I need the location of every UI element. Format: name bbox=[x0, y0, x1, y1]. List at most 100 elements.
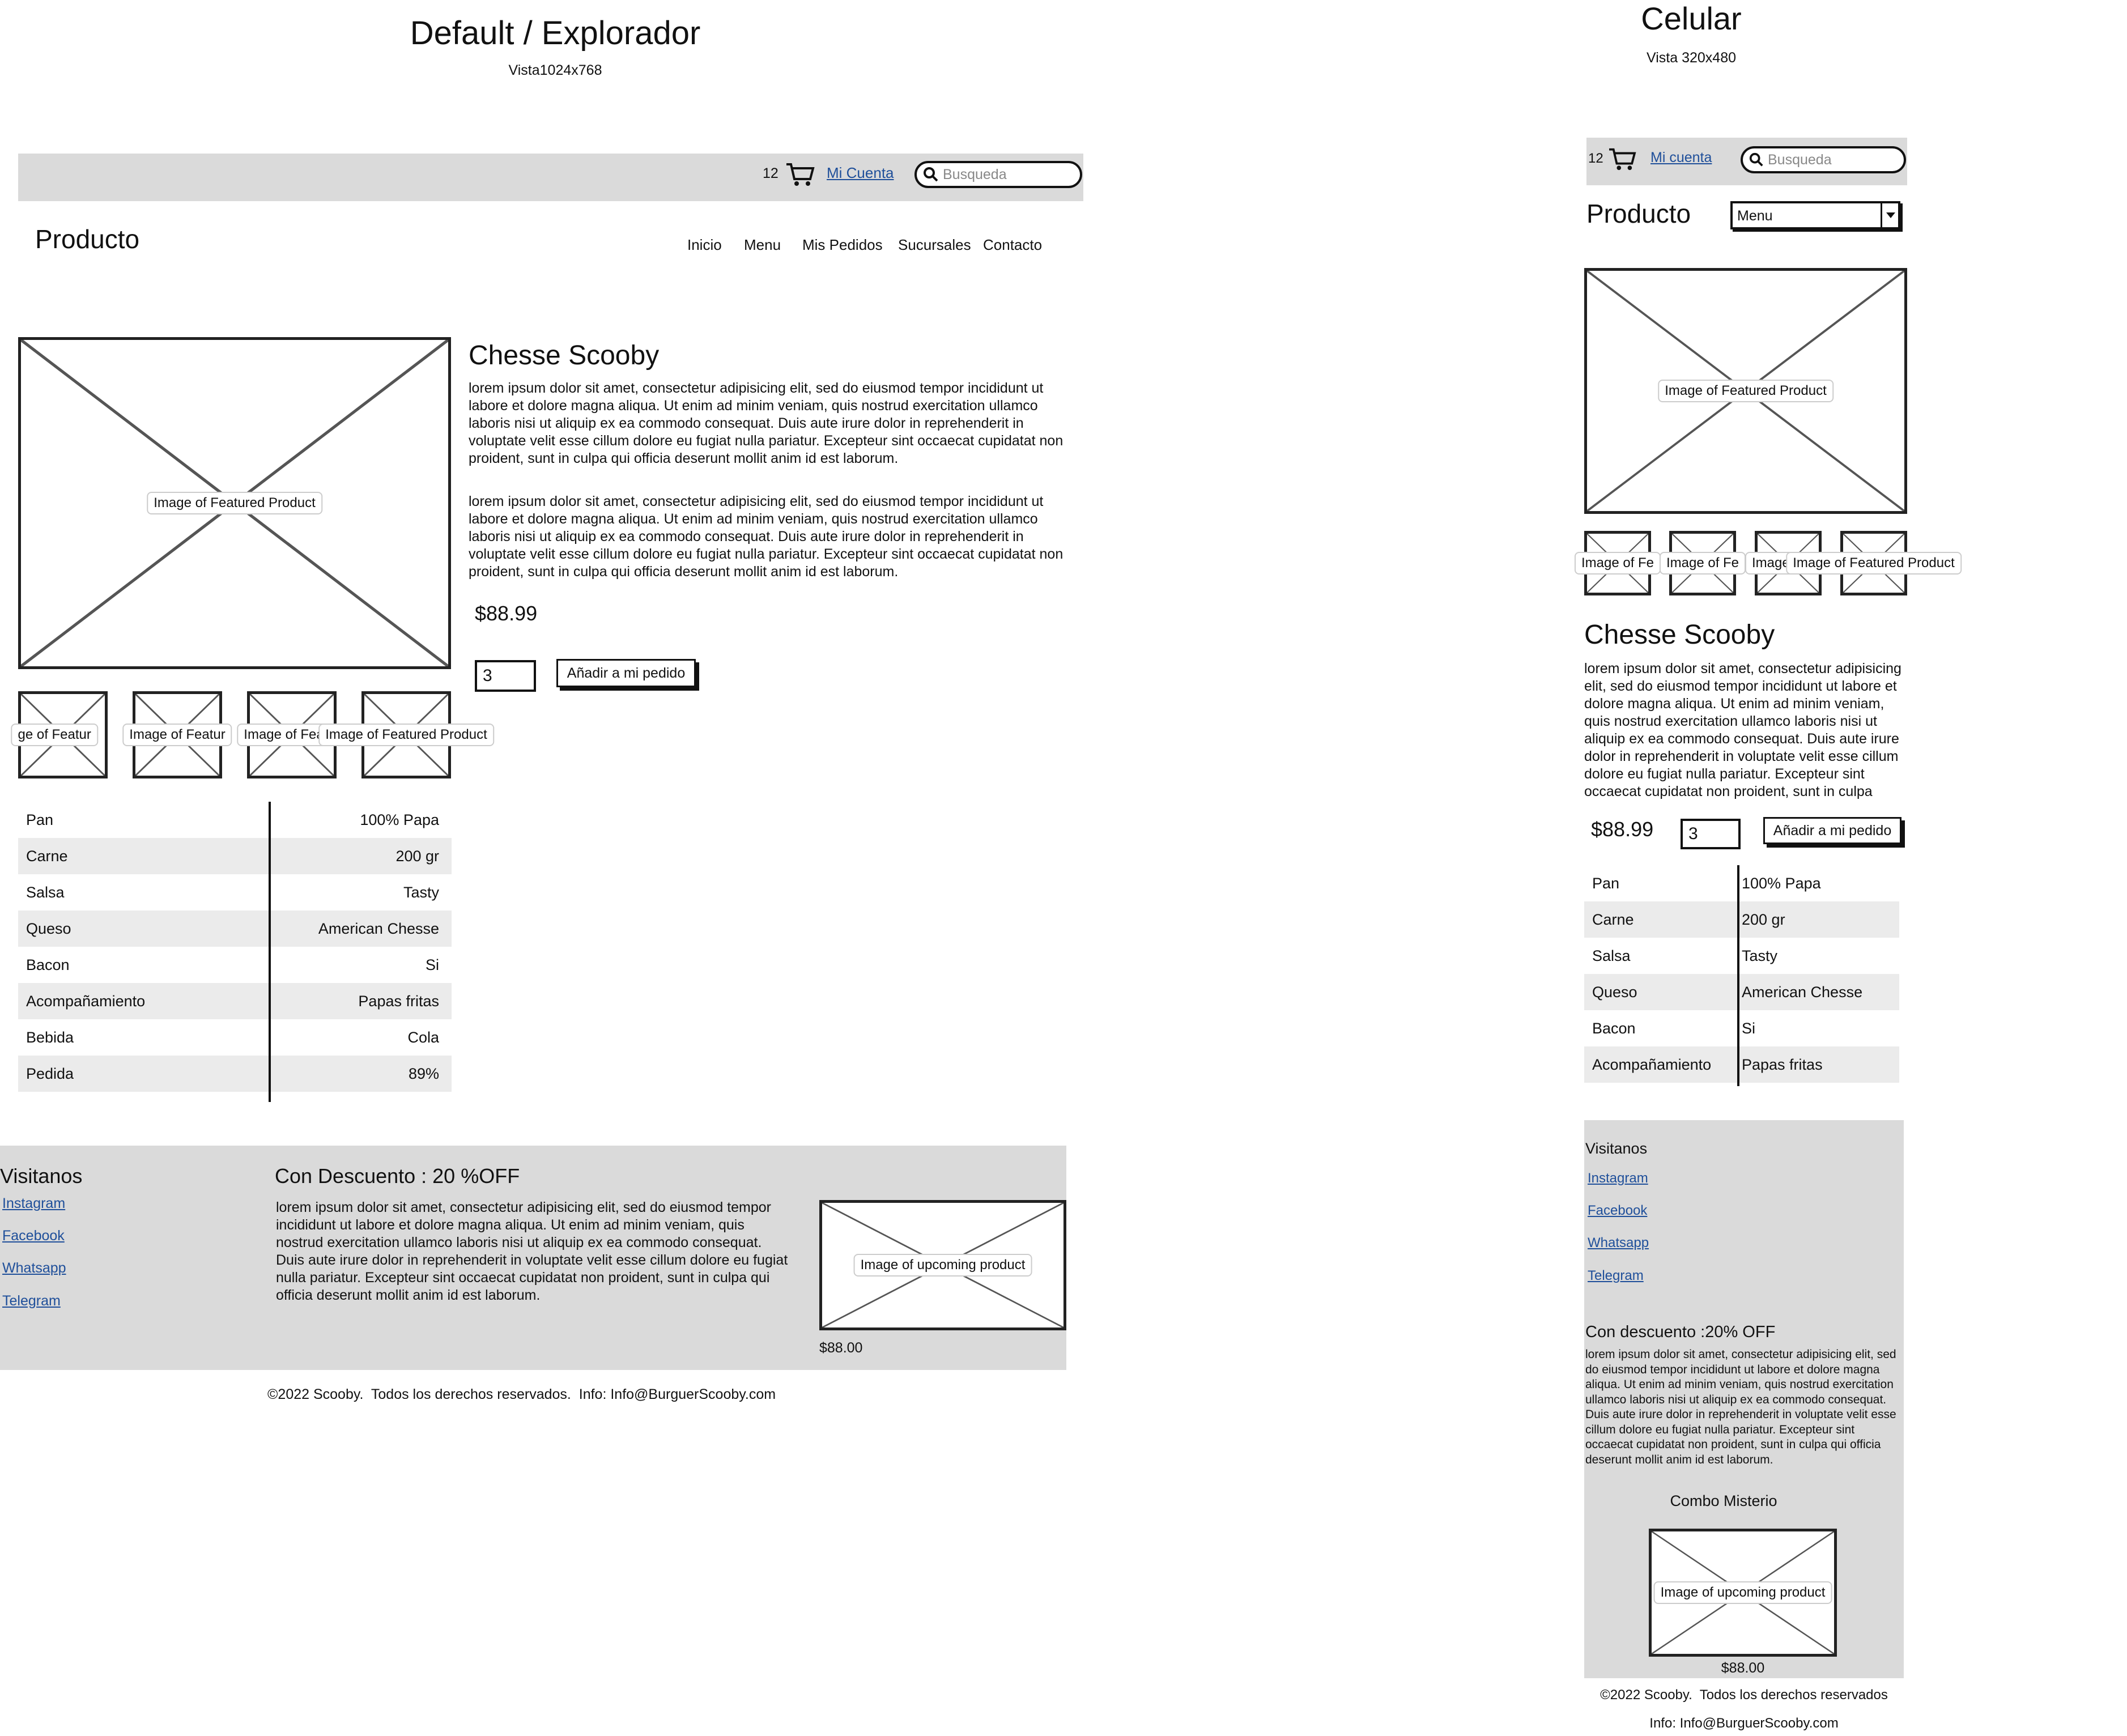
spec-key: Queso bbox=[26, 920, 71, 937]
mobile-heading: Celular bbox=[1641, 1, 1742, 36]
thumbnail[interactable]: Image of Featur bbox=[122, 691, 232, 778]
product-description-2: lorem ipsum dolor sit amet, consectetur … bbox=[469, 493, 1064, 580]
spec-key: Pan bbox=[1592, 874, 1620, 892]
thumbnail-label: Image of Fe bbox=[1659, 552, 1746, 575]
spec-value: Si bbox=[1742, 1019, 1756, 1037]
page-title: Producto bbox=[1586, 199, 1691, 228]
facebook-link[interactable]: Facebook bbox=[1588, 1203, 1647, 1219]
quantity-input[interactable]: 3 bbox=[1681, 819, 1741, 849]
thumbnail-label: Image of Featur bbox=[122, 724, 232, 746]
mobile-subheading: Vista 320x480 bbox=[1647, 50, 1736, 66]
spec-value: Tasty bbox=[1742, 947, 1778, 964]
telegram-link[interactable]: Telegram bbox=[2, 1293, 61, 1309]
table-row: Pan 100% Papa bbox=[18, 802, 452, 838]
upcoming-price: $88.00 bbox=[1721, 1660, 1765, 1676]
product-price: $88.99 bbox=[475, 602, 538, 625]
facebook-link[interactable]: Facebook bbox=[2, 1228, 65, 1244]
desktop-cart-count: 12 bbox=[763, 165, 779, 181]
thumbnail[interactable]: Image of Featured Product bbox=[318, 691, 494, 778]
table-row: Bacon Si bbox=[1584, 1010, 1899, 1046]
telegram-link[interactable]: Telegram bbox=[1588, 1268, 1644, 1284]
nav-mis-pedidos[interactable]: Mis Pedidos bbox=[802, 236, 883, 254]
add-to-order-button[interactable]: Añadir a mi pedido bbox=[1763, 817, 1901, 844]
specs-table: Pan 100% Papa Carne 200 gr Salsa Tasty Q… bbox=[18, 802, 452, 1102]
specs-divider bbox=[1737, 865, 1739, 1086]
upcoming-product-image[interactable]: Image of upcoming product bbox=[1649, 1529, 1837, 1657]
thumbnail-label: ge of Featur bbox=[11, 724, 98, 746]
featured-product-image: Image of Featured Product bbox=[18, 337, 451, 669]
thumbnail[interactable]: Image of Fe bbox=[1659, 531, 1746, 595]
product-description: lorem ipsum dolor sit amet, consectetur … bbox=[1584, 661, 1901, 799]
footer-visit-title: Visitanos bbox=[0, 1164, 83, 1188]
whatsapp-link[interactable]: Whatsapp bbox=[2, 1260, 66, 1277]
search-input[interactable]: Busqueda bbox=[1741, 146, 1906, 173]
upcoming-product-image[interactable]: Image of upcoming product bbox=[819, 1200, 1066, 1330]
thumbnail[interactable]: ge of Featur bbox=[11, 691, 108, 778]
nav-sucursales[interactable]: Sucursales bbox=[898, 236, 971, 254]
menu-select-value: Menu bbox=[1737, 208, 1773, 224]
spec-key: Bebida bbox=[26, 1028, 74, 1046]
menu-select-divider bbox=[1881, 203, 1882, 227]
spec-key: Carne bbox=[1592, 910, 1634, 928]
search-icon bbox=[924, 167, 938, 182]
image-label: Image of Featured Product bbox=[1658, 380, 1834, 402]
product-description-clip: lorem ipsum dolor sit amet, consectetur … bbox=[1584, 660, 1907, 819]
thumbnail[interactable]: Image of Fe bbox=[1574, 531, 1661, 595]
spec-key: Salsa bbox=[1592, 947, 1631, 964]
promo-title: Con Descuento : 20 %OFF bbox=[275, 1164, 520, 1188]
table-row: Queso American Chesse bbox=[18, 910, 452, 947]
nav-contacto[interactable]: Contacto bbox=[983, 236, 1042, 254]
spec-key: Queso bbox=[1592, 983, 1637, 1001]
spec-value: 200 gr bbox=[395, 847, 439, 865]
table-row: Carne 200 gr bbox=[18, 838, 452, 874]
mobile-cart-count: 12 bbox=[1588, 151, 1603, 166]
my-account-link[interactable]: Mi Cuenta bbox=[827, 164, 894, 182]
table-row: Salsa Tasty bbox=[1584, 938, 1899, 974]
search-placeholder: Busqueda bbox=[1768, 151, 1832, 168]
product-price: $88.99 bbox=[1591, 818, 1654, 841]
featured-product-image: Image of Featured Product bbox=[1584, 268, 1907, 514]
spec-value: 89% bbox=[408, 1065, 439, 1082]
spec-value: 200 gr bbox=[1742, 910, 1785, 928]
cart-icon[interactable] bbox=[1608, 146, 1636, 171]
table-row: Carne 200 gr bbox=[1584, 901, 1899, 938]
spec-key: Bacon bbox=[1592, 1019, 1636, 1037]
desktop-subheading: Vista1024x768 bbox=[508, 62, 602, 78]
copyright-info: Info: Info@BurguerScooby.com bbox=[1649, 1716, 1839, 1731]
spec-value: American Chesse bbox=[1742, 983, 1863, 1001]
my-account-link[interactable]: Mi cuenta bbox=[1650, 150, 1712, 166]
promo-text: lorem ipsum dolor sit amet, consectetur … bbox=[276, 1199, 788, 1303]
desktop-heading: Default / Explorador bbox=[410, 15, 701, 52]
table-row: Pedida 89% bbox=[18, 1056, 452, 1092]
spec-value: Cola bbox=[407, 1028, 439, 1046]
table-row: Pan 100% Papa bbox=[1584, 865, 1899, 901]
promo-title: Con descuento :20% OFF bbox=[1585, 1323, 1776, 1341]
nav-inicio[interactable]: Inicio bbox=[687, 236, 722, 254]
quantity-input[interactable]: 3 bbox=[475, 660, 536, 692]
instagram-link[interactable]: Instagram bbox=[2, 1195, 65, 1212]
thumbnail[interactable]: Image of Featured Product bbox=[1786, 531, 1962, 595]
nav-menu[interactable]: Menu bbox=[744, 236, 781, 254]
upcoming-price: $88.00 bbox=[819, 1340, 863, 1356]
spec-key: Bacon bbox=[26, 956, 70, 973]
spec-value: American Chesse bbox=[318, 920, 439, 937]
spec-key: Salsa bbox=[26, 883, 65, 901]
add-to-order-button[interactable]: Añadir a mi pedido bbox=[556, 659, 696, 687]
product-description: lorem ipsum dolor sit amet, consectetur … bbox=[469, 380, 1064, 466]
image-label: Image of upcoming product bbox=[1653, 1581, 1832, 1604]
menu-select[interactable]: Menu bbox=[1730, 201, 1900, 229]
cart-icon[interactable] bbox=[785, 161, 815, 187]
table-row: Queso American Chesse bbox=[1584, 974, 1899, 1010]
thumbnail-label: Image of Fe bbox=[1574, 552, 1661, 575]
spec-value: Si bbox=[425, 956, 439, 973]
search-input[interactable]: Busqueda bbox=[914, 161, 1082, 188]
specs-divider bbox=[269, 802, 271, 1102]
page-title: Producto bbox=[35, 224, 140, 254]
table-row: Bebida Cola bbox=[18, 1019, 452, 1056]
thumbnail-label: Image of Featured Product bbox=[1786, 552, 1962, 575]
specs-table: Pan 100% Papa Carne 200 gr Salsa Tasty Q… bbox=[1584, 865, 1899, 1086]
instagram-link[interactable]: Instagram bbox=[1588, 1171, 1648, 1186]
whatsapp-link[interactable]: Whatsapp bbox=[1588, 1235, 1649, 1251]
spec-value: 100% Papa bbox=[1742, 874, 1821, 892]
promo-text: lorem ipsum dolor sit amet, consectetur … bbox=[1585, 1348, 1896, 1466]
